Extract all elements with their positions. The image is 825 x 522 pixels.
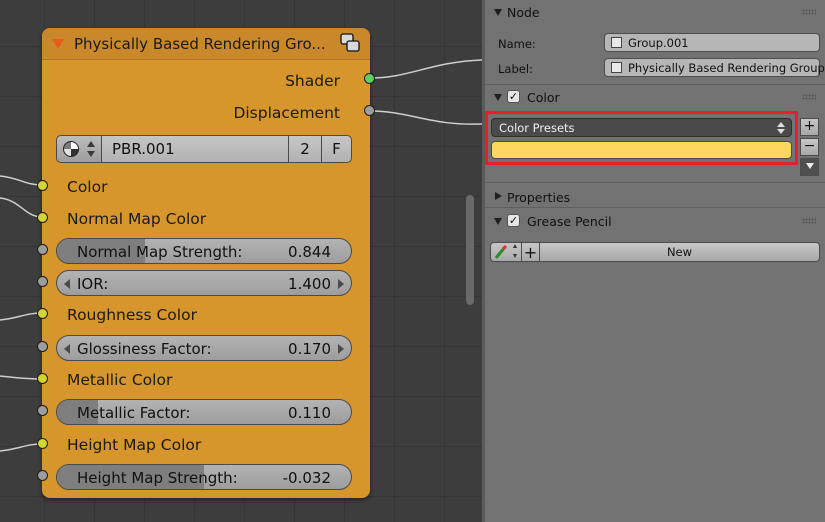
drag-grip-icon[interactable] — [802, 218, 816, 224]
color-panel-header[interactable]: ✓ Color — [482, 86, 822, 108]
section-divider — [485, 207, 825, 208]
add-preset-button[interactable]: + — [800, 118, 819, 136]
add-grease-pencil-button[interactable]: + — [522, 242, 540, 262]
color-enable-checkbox[interactable]: ✓ — [507, 90, 520, 103]
new-grease-pencil-button[interactable]: New — [540, 242, 820, 262]
link-normal-map-color — [0, 197, 43, 218]
field-label: Glossiness Factor: — [77, 340, 212, 358]
region-divider[interactable] — [482, 0, 485, 522]
node-tree-name-field[interactable]: PBR.001 — [101, 135, 289, 163]
input-ior-socket[interactable] — [37, 276, 48, 287]
slider-value: 0.110 — [288, 404, 331, 422]
pbr-group-node[interactable]: Physically Based Rendering Gro... Shader… — [37, 28, 375, 498]
section-divider — [485, 84, 825, 85]
height-map-strength-slider[interactable]: Height Map Strength: -0.032 — [56, 464, 352, 490]
field-value: 0.170 — [288, 340, 331, 358]
slider-label: Height Map Strength: — [77, 469, 238, 487]
preset-menu-button[interactable] — [800, 158, 819, 176]
node-icon — [611, 37, 622, 48]
drag-grip-icon[interactable] — [802, 94, 816, 100]
grease-pencil-panel-title: Grease Pencil — [527, 214, 612, 229]
color-panel-title: Color — [527, 90, 560, 105]
input-color-socket[interactable] — [37, 180, 48, 191]
expand-arrow-icon[interactable] — [494, 94, 502, 101]
browse-node-tree-button[interactable] — [56, 135, 102, 163]
input-color-label: Color — [67, 178, 108, 196]
field-label: IOR: — [77, 275, 109, 293]
grease-pencil-datablock: + New — [490, 242, 820, 262]
node-header[interactable]: Physically Based Rendering Gro... — [42, 28, 370, 60]
node-panel-title: Node — [507, 5, 540, 20]
link-shader — [369, 59, 482, 79]
input-glossiness-factor-socket[interactable] — [37, 341, 48, 352]
pencil-icon — [494, 244, 517, 259]
input-metallic-color-socket[interactable] — [37, 373, 48, 384]
properties-panel-header[interactable]: Properties — [482, 186, 822, 208]
input-roughness-color-socket[interactable] — [37, 308, 48, 319]
node-editor[interactable]: Physically Based Rendering Gro... Shader… — [0, 0, 482, 522]
node-tree-users-count[interactable]: 2 — [288, 135, 322, 163]
slider-label: Metallic Factor: — [77, 404, 191, 422]
drag-grip-icon[interactable] — [802, 9, 816, 15]
node-label-field[interactable]: Physically Based Rendering Group — [604, 58, 825, 77]
node-icon — [611, 62, 622, 73]
node-group-datablock: PBR.001 2 F — [56, 135, 352, 163]
node-name-field[interactable]: Group.001 — [604, 33, 820, 52]
node-label-value: Physically Based Rendering Group — [628, 61, 825, 75]
normal-map-strength-slider[interactable]: Normal Map Strength: 0.844 — [56, 238, 352, 264]
section-divider — [485, 182, 825, 183]
decrement-arrow-icon[interactable] — [64, 279, 70, 289]
output-shader-socket[interactable] — [364, 73, 375, 84]
link-color — [0, 175, 43, 186]
name-label: Name: — [498, 37, 536, 51]
input-metallic-color-label: Metallic Color — [67, 371, 173, 389]
slider-label: Normal Map Strength: — [77, 243, 243, 261]
fake-user-button[interactable]: F — [321, 135, 352, 163]
highlight-annotation — [485, 111, 798, 165]
input-height-map-strength-socket[interactable] — [37, 470, 48, 481]
link-roughness-color — [0, 312, 43, 321]
node-panel-header[interactable]: Node — [482, 1, 822, 23]
expand-arrow-icon[interactable] — [494, 9, 502, 16]
grease-pencil-browse-button[interactable] — [490, 242, 522, 262]
input-metallic-factor-socket[interactable] — [37, 405, 48, 416]
decrement-arrow-icon[interactable] — [64, 344, 70, 354]
metallic-factor-slider[interactable]: Metallic Factor: 0.110 — [56, 399, 352, 425]
input-roughness-color-label: Roughness Color — [67, 306, 197, 324]
input-height-map-color-label: Height Map Color — [67, 436, 202, 454]
updown-arrows-icon — [87, 141, 95, 157]
grease-pencil-panel-header[interactable]: ✓ Grease Pencil — [482, 210, 822, 232]
group-edit-icon[interactable] — [339, 32, 361, 54]
node-title: Physically Based Rendering Gro... — [74, 35, 326, 53]
increment-arrow-icon[interactable] — [338, 279, 344, 289]
link-height-map-color — [0, 443, 43, 452]
field-value: 1.400 — [288, 275, 331, 293]
ior-number-field[interactable]: IOR: 1.400 — [56, 270, 352, 296]
expand-arrow-icon[interactable] — [495, 192, 502, 200]
output-displacement-label: Displacement — [233, 104, 340, 122]
collapse-arrow-icon[interactable] — [52, 39, 64, 49]
slider-value: 0.844 — [288, 243, 331, 261]
input-normal-map-strength-socket[interactable] — [37, 244, 48, 255]
properties-panel-title: Properties — [507, 190, 571, 205]
remove-preset-button[interactable]: − — [800, 138, 819, 156]
grease-pencil-enable-checkbox[interactable]: ✓ — [507, 214, 520, 227]
output-displacement-socket[interactable] — [364, 105, 375, 116]
editor-scrollbar[interactable] — [466, 195, 474, 305]
input-height-map-color-socket[interactable] — [37, 438, 48, 449]
chevron-down-icon — [805, 163, 814, 169]
link-metallic-color — [0, 375, 43, 380]
input-normal-map-color-label: Normal Map Color — [67, 210, 207, 228]
glossiness-factor-field[interactable]: Glossiness Factor: 0.170 — [56, 335, 352, 361]
slider-value: -0.032 — [282, 469, 331, 487]
node-tree-icon — [63, 141, 79, 157]
increment-arrow-icon[interactable] — [338, 344, 344, 354]
output-shader-label: Shader — [285, 72, 340, 90]
input-normal-map-color-socket[interactable] — [37, 212, 48, 223]
label-label: Label: — [498, 62, 533, 76]
node-name-value: Group.001 — [628, 36, 689, 50]
link-displacement — [369, 110, 482, 125]
expand-arrow-icon[interactable] — [494, 218, 502, 225]
